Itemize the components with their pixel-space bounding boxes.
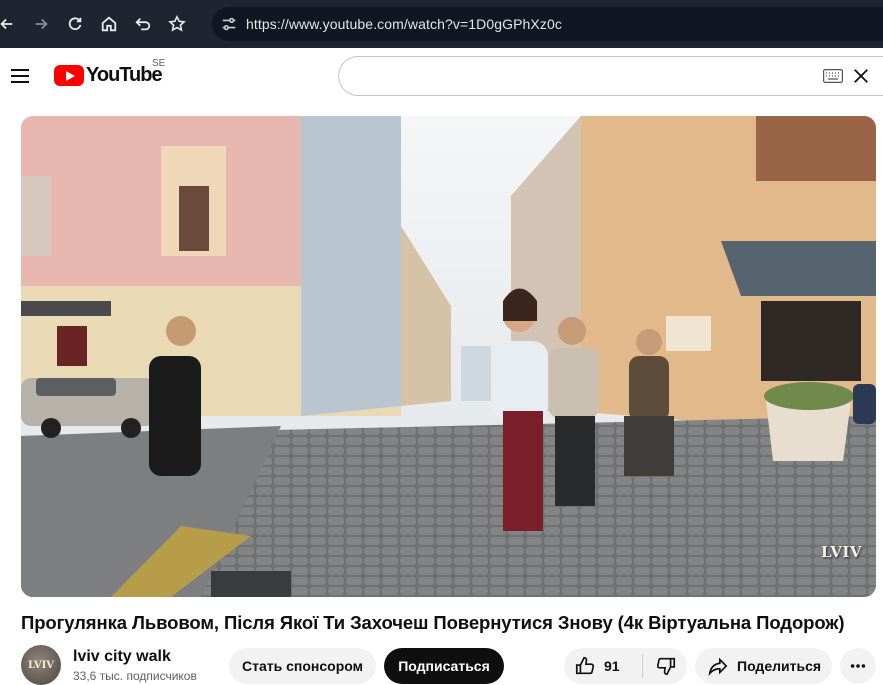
clear-search-icon[interactable] xyxy=(851,66,871,86)
browser-toolbar: https://www.youtube.com/watch?v=1D0gGPhX… xyxy=(0,0,883,48)
video-watermark: LVIV xyxy=(820,543,862,561)
keyboard-icon[interactable] xyxy=(823,69,843,83)
avatar-logo-text: LVIV xyxy=(27,659,55,671)
youtube-masthead: YouTube SE xyxy=(0,48,883,104)
undo-icon xyxy=(135,17,151,31)
share-label: Поделиться xyxy=(737,658,822,674)
youtube-play-icon xyxy=(54,65,84,86)
thumbs-down-icon xyxy=(656,657,676,676)
address-bar[interactable]: https://www.youtube.com/watch?v=1D0gGPhX… xyxy=(212,7,883,41)
video-player[interactable]: LVIV xyxy=(21,116,876,597)
youtube-logo[interactable]: YouTube SE xyxy=(54,58,165,87)
channel-name[interactable]: lviv city walk xyxy=(73,648,171,666)
home-button[interactable] xyxy=(92,7,126,41)
sponsor-label: Стать спонсором xyxy=(242,658,363,674)
reload-icon xyxy=(68,17,82,31)
arrow-right-icon xyxy=(35,18,48,30)
region-code: SE xyxy=(152,58,166,69)
search-input[interactable] xyxy=(338,56,883,96)
channel-avatar[interactable]: LVIV xyxy=(21,645,61,685)
url-text: https://www.youtube.com/watch?v=1D0gGPhX… xyxy=(246,16,562,32)
subscribe-label: Подписаться xyxy=(398,658,490,674)
forward-button[interactable] xyxy=(24,7,58,41)
arrow-left-icon xyxy=(0,18,13,30)
like-divider xyxy=(642,654,643,678)
thumbs-up-icon xyxy=(575,656,595,675)
undo-button[interactable] xyxy=(126,7,160,41)
star-icon xyxy=(168,15,186,32)
subscriber-count: 33,6 тыс. подписчиков xyxy=(73,669,197,683)
like-count: 91 xyxy=(604,658,620,674)
video-title: Прогулянка Львовом, Після Якої Ти Захоче… xyxy=(21,612,845,633)
logo-text: YouTube xyxy=(86,64,163,86)
video-frame xyxy=(21,116,876,597)
reload-button[interactable] xyxy=(58,7,92,41)
share-arrow-icon xyxy=(708,657,728,677)
guide-menu-icon[interactable] xyxy=(6,62,34,90)
back-button[interactable] xyxy=(0,7,24,41)
bookmark-button[interactable] xyxy=(160,7,194,41)
home-icon xyxy=(101,16,117,32)
three-dots-icon xyxy=(850,664,866,668)
site-settings-icon[interactable] xyxy=(212,7,246,41)
